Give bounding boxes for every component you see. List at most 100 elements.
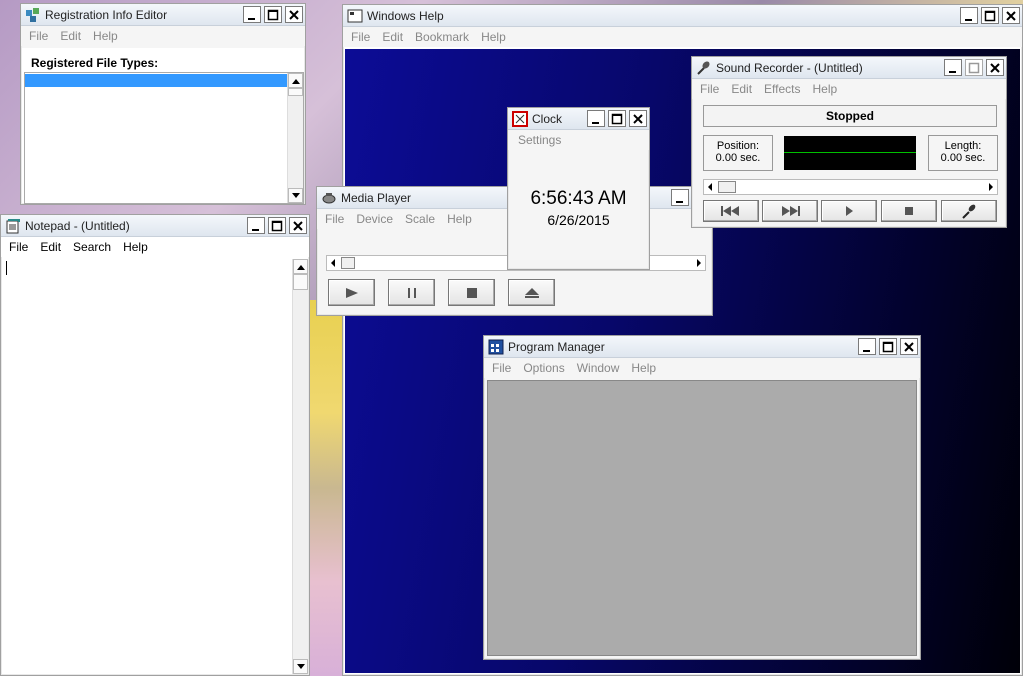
windows-help-menubar: File Edit Bookmark Help	[343, 27, 1022, 47]
maximize-button[interactable]	[268, 217, 286, 234]
minimize-button[interactable]	[944, 59, 962, 76]
program-manager-titlebar[interactable]: Program Manager	[484, 336, 920, 358]
selected-list-item[interactable]	[25, 74, 287, 87]
arrow-down-icon	[291, 192, 300, 198]
record-button[interactable]	[941, 200, 997, 222]
length-label: Length:	[944, 140, 982, 152]
arrow-up-icon	[291, 78, 300, 84]
scroll-down-button[interactable]	[293, 659, 308, 674]
maximize-button[interactable]	[965, 59, 983, 76]
maximize-button[interactable]	[608, 110, 626, 127]
minimize-button[interactable]	[247, 217, 265, 234]
notepad-scrollbar[interactable]	[292, 259, 308, 674]
menu-edit[interactable]: Edit	[378, 30, 411, 44]
clock-time: 6:56:43 AM	[530, 188, 627, 209]
arrow-down-icon	[296, 663, 305, 669]
clock-window[interactable]: Clock Settings 6:56:43 AM 6/26/2015	[507, 107, 650, 270]
registration-editor-titlebar[interactable]: Registration Info Editor	[21, 4, 305, 26]
menu-search[interactable]: Search	[69, 240, 119, 254]
maximize-icon	[271, 220, 283, 231]
menu-file[interactable]: File	[347, 30, 378, 44]
text-cursor	[6, 261, 7, 275]
window-title: Registration Info Editor	[45, 7, 168, 22]
minimize-button[interactable]	[858, 338, 876, 355]
menu-device[interactable]: Device	[352, 212, 401, 226]
minimize-button[interactable]	[587, 110, 605, 127]
close-button[interactable]	[629, 110, 647, 127]
play-button[interactable]	[328, 279, 375, 306]
menu-file[interactable]: File	[25, 29, 56, 43]
close-button[interactable]	[900, 338, 918, 355]
file-types-list[interactable]	[24, 72, 304, 204]
notepad-window[interactable]: Notepad - (Untitled) File Edit Search He…	[0, 214, 310, 676]
play-button[interactable]	[821, 200, 877, 222]
scroll-down-button[interactable]	[288, 188, 303, 203]
registration-editor-window[interactable]: Registration Info Editor File Edit Help …	[20, 3, 306, 205]
menu-file[interactable]: File	[696, 82, 727, 96]
menu-help[interactable]: Help	[627, 361, 664, 375]
windows-help-titlebar[interactable]: Windows Help	[343, 5, 1022, 27]
clock-titlebar[interactable]: Clock	[508, 108, 649, 130]
minimize-button[interactable]	[960, 7, 978, 24]
seek-start-button[interactable]	[703, 200, 759, 222]
menu-window[interactable]: Window	[573, 361, 628, 375]
stop-button[interactable]	[448, 279, 495, 306]
menu-effects[interactable]: Effects	[760, 82, 808, 96]
sound-recorder-titlebar[interactable]: Sound Recorder - (Untitled)	[692, 57, 1006, 79]
sound-recorder-window[interactable]: Sound Recorder - (Untitled) File Edit Ef…	[691, 56, 1007, 228]
maximize-button[interactable]	[879, 338, 897, 355]
notepad-menubar: File Edit Search Help	[1, 237, 309, 257]
menu-edit[interactable]: Edit	[36, 240, 69, 254]
menu-help[interactable]: Help	[809, 82, 846, 96]
maximize-icon	[984, 10, 996, 21]
rewind-icon	[721, 206, 739, 216]
minimize-icon	[248, 17, 255, 20]
list-scrollbar[interactable]	[287, 73, 303, 203]
minimize-button[interactable]	[243, 6, 261, 23]
position-label: Position:	[716, 140, 760, 152]
close-button[interactable]	[1002, 7, 1020, 24]
menu-file[interactable]: File	[5, 240, 36, 254]
scroll-thumb[interactable]	[288, 88, 303, 96]
menu-help[interactable]: Help	[89, 29, 126, 43]
program-manager-client[interactable]	[487, 380, 917, 656]
registration-app-icon	[26, 7, 39, 22]
close-button[interactable]	[986, 59, 1004, 76]
menu-help[interactable]: Help	[443, 212, 480, 226]
close-button[interactable]	[285, 6, 303, 23]
slider-thumb[interactable]	[718, 181, 736, 193]
menu-file[interactable]: File	[488, 361, 519, 375]
maximize-button[interactable]	[981, 7, 999, 24]
program-manager-window[interactable]: Program Manager File Options Window Help	[483, 335, 921, 660]
menu-options[interactable]: Options	[519, 361, 572, 375]
menu-bookmark[interactable]: Bookmark	[411, 30, 477, 44]
scroll-up-button[interactable]	[288, 73, 303, 88]
stop-button[interactable]	[881, 200, 937, 222]
scroll-thumb[interactable]	[293, 274, 308, 290]
menu-file[interactable]: File	[321, 212, 352, 226]
menu-help[interactable]: Help	[119, 240, 156, 254]
menu-settings[interactable]: Settings	[514, 133, 569, 147]
stop-icon	[905, 207, 913, 215]
maximize-icon	[267, 9, 279, 20]
notepad-text-area[interactable]	[2, 259, 291, 674]
minimize-button[interactable]	[671, 189, 689, 206]
menu-help[interactable]: Help	[477, 30, 514, 44]
menu-edit[interactable]: Edit	[727, 82, 760, 96]
scroll-up-button[interactable]	[293, 259, 308, 274]
pause-button[interactable]	[388, 279, 435, 306]
menu-scale[interactable]: Scale	[401, 212, 443, 226]
notepad-titlebar[interactable]: Notepad - (Untitled)	[1, 215, 309, 237]
minimize-icon	[676, 200, 683, 203]
close-button[interactable]	[289, 217, 307, 234]
minimize-icon	[252, 228, 259, 231]
pause-icon	[407, 287, 416, 298]
slider-thumb[interactable]	[341, 257, 355, 269]
eject-button[interactable]	[508, 279, 555, 306]
menu-edit[interactable]: Edit	[56, 29, 89, 43]
waveform-display	[784, 136, 916, 170]
minimize-icon	[592, 121, 599, 124]
seek-end-button[interactable]	[762, 200, 818, 222]
sound-position-slider[interactable]	[703, 179, 998, 195]
maximize-button[interactable]	[264, 6, 282, 23]
